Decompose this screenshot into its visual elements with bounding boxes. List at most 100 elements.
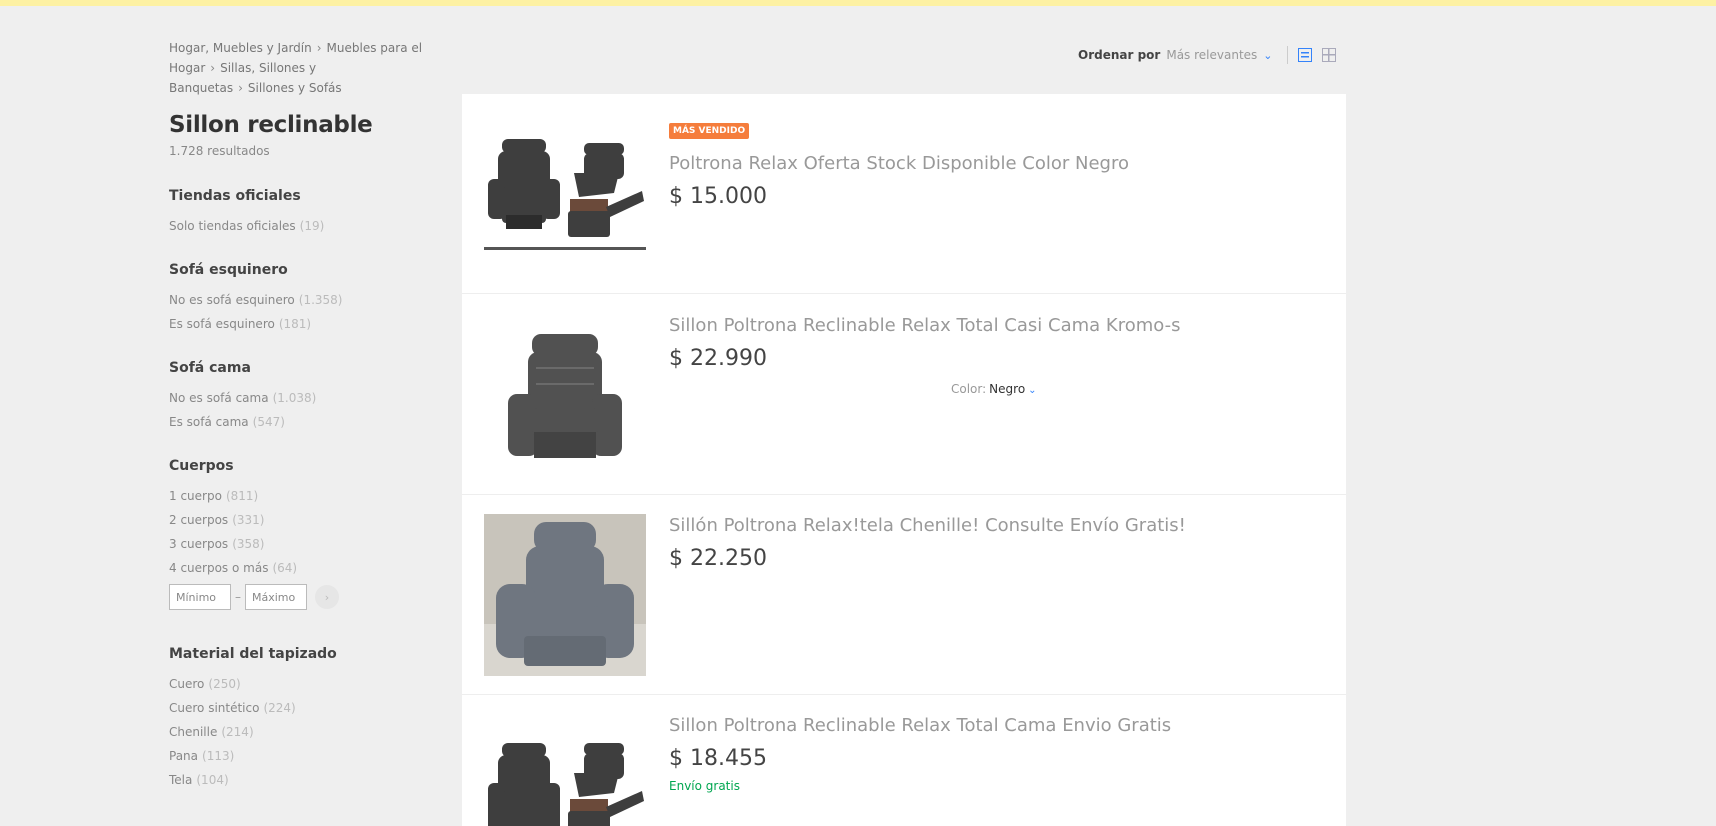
filter-corner-sofa: Sofá esquinero No es sofá esquinero (1.35… (169, 262, 449, 336)
filter-option-label: 1 cuerpo (169, 489, 222, 503)
results-count: 1.728 resultados (169, 144, 270, 158)
product-image[interactable] (484, 113, 646, 275)
filter-official-stores: Tiendas oficiales Solo tiendas oficiales… (169, 188, 449, 238)
breadcrumb-home-garden[interactable]: Hogar, Muebles y Jardín (169, 41, 312, 55)
filter-option[interactable]: 2 cuerpos (331) (169, 508, 449, 532)
filter-option[interactable]: 4 cuerpos o más (64) (169, 556, 449, 580)
color-value: Negro (989, 382, 1026, 396)
color-selector[interactable]: Color: Negro ⌄ (951, 382, 1037, 396)
color-label: Color: (951, 382, 987, 396)
filter-title: Tiendas oficiales (169, 188, 301, 204)
item-title[interactable]: Sillon Poltrona Reclinable Relax Total C… (669, 715, 1171, 736)
filter-option-count: (181) (278, 317, 312, 331)
filter-option-label: No es sofá cama (169, 391, 269, 405)
item-title[interactable]: Sillon Poltrona Reclinable Relax Total C… (669, 315, 1180, 336)
filter-option-label: Solo tiendas oficiales (169, 219, 296, 233)
filter-option-count: (19) (299, 219, 325, 233)
filter-option-label: Tela (169, 773, 193, 787)
chevron-right-icon: › (316, 41, 322, 55)
breadcrumb-sofas[interactable]: Sillones y Sofás (248, 81, 342, 95)
list-item[interactable]: Sillon Poltrona Reclinable Relax Total C… (462, 294, 1346, 495)
filter-option-count: (113) (202, 749, 235, 763)
filter-option[interactable]: Cuero sintético (224) (169, 696, 449, 720)
top-banner (0, 0, 1716, 6)
range-dash: – (235, 590, 241, 604)
filter-option[interactable]: Chenille (214) (169, 720, 449, 744)
filter-option[interactable]: Tela (104) (169, 768, 449, 792)
results-list: MÁS VENDIDO Poltrona Relax Oferta Stock … (462, 94, 1346, 826)
filters-sidebar: Hogar, Muebles y Jardín › Muebles para el … (169, 38, 449, 792)
item-title[interactable]: Sillón Poltrona Relax!tela Chenille! Con… (669, 515, 1186, 536)
free-shipping-label: Envío gratis (669, 779, 740, 793)
chevron-right-icon: › (238, 81, 243, 95)
product-image[interactable] (484, 739, 646, 826)
filter-option[interactable]: No es sofá cama (1.038) (169, 386, 449, 410)
sort-dropdown[interactable]: Más relevantes (1166, 48, 1257, 62)
filter-option-count: (1.358) (298, 293, 343, 307)
item-info: Sillon Poltrona Reclinable Relax Total C… (669, 715, 1171, 793)
best-seller-badge: MÁS VENDIDO (669, 123, 750, 139)
filter-option[interactable]: Es sofá cama (547) (169, 410, 449, 434)
filter-option[interactable]: 3 cuerpos (358) (169, 532, 449, 556)
filter-option-label: 4 cuerpos o más (169, 561, 269, 575)
filter-option-count: (331) (232, 513, 265, 527)
filter-option-count: (1.038) (272, 391, 317, 405)
filter-option-label: Es sofá esquinero (169, 317, 275, 331)
filter-option-count: (214) (221, 725, 254, 739)
chevron-right-icon: › (210, 61, 216, 75)
filter-option-label: Cuero sintético (169, 701, 260, 715)
item-info: Sillón Poltrona Relax!tela Chenille! Con… (669, 515, 1186, 571)
grid-view-icon[interactable] (1321, 48, 1336, 62)
range-submit-button[interactable]: › (315, 585, 339, 609)
filter-option-count: (104) (196, 773, 229, 787)
filter-title: Cuerpos (169, 458, 234, 474)
filter-option[interactable]: No es sofá esquinero (1.358) (169, 288, 449, 312)
filter-option[interactable]: 1 cuerpo (811) (169, 484, 449, 508)
filter-option-count: (64) (272, 561, 298, 575)
list-item[interactable]: Sillón Poltrona Relax!tela Chenille! Con… (462, 495, 1346, 695)
filter-option-label: Pana (169, 749, 199, 763)
filter-title: Material del tapizado (169, 646, 337, 662)
filter-option-count: (224) (263, 701, 296, 715)
item-price: $ 18.455 (669, 746, 767, 771)
filter-option[interactable]: Pana (113) (169, 744, 449, 768)
page-title: Sillon reclinable (169, 112, 373, 138)
product-image[interactable] (484, 314, 646, 476)
chevron-down-icon: ⌄ (1028, 385, 1037, 396)
filter-option-label: Cuero (169, 677, 205, 691)
item-info: Sillon Poltrona Reclinable Relax Total C… (669, 315, 1180, 371)
range-max-input[interactable] (245, 584, 307, 610)
filter-upholstery: Material del tapizado Cuero (250) Cuero s… (169, 646, 449, 792)
filter-option-label: Chenille (169, 725, 218, 739)
filter-option-label: 3 cuerpos (169, 537, 229, 551)
filter-option-label: No es sofá esquinero (169, 293, 295, 307)
filter-option-label: 2 cuerpos (169, 513, 229, 527)
sort-bar: Ordenar por Más relevantes ⌄ (1078, 46, 1336, 64)
chevron-right-icon: › (324, 590, 330, 604)
breadcrumb: Hogar, Muebles y Jardín › Muebles para el … (169, 38, 439, 98)
filter-option[interactable]: Es sofá esquinero (181) (169, 312, 449, 336)
filter-option-label: Es sofá cama (169, 415, 249, 429)
filter-option-count: (547) (252, 415, 285, 429)
divider (1286, 46, 1288, 64)
filter-title: Sofá cama (169, 360, 251, 376)
filter-option[interactable]: Solo tiendas oficiales (19) (169, 214, 449, 238)
product-image[interactable] (484, 514, 646, 676)
sort-label: Ordenar por (1078, 48, 1161, 62)
item-price: $ 15.000 (669, 184, 767, 209)
list-item[interactable]: Sillon Poltrona Reclinable Relax Total C… (462, 695, 1346, 826)
range-min-input[interactable] (169, 584, 231, 610)
filter-title: Sofá esquinero (169, 262, 288, 278)
item-price: $ 22.990 (669, 346, 767, 371)
item-title[interactable]: Poltrona Relax Oferta Stock Disponible C… (669, 153, 1129, 174)
item-price: $ 22.250 (669, 546, 767, 571)
filter-option-count: (358) (232, 537, 265, 551)
filter-option-count: (811) (225, 489, 259, 503)
chevron-down-icon[interactable]: ⌄ (1263, 49, 1272, 62)
filter-option[interactable]: Cuero (250) (169, 672, 449, 696)
item-info: MÁS VENDIDO Poltrona Relax Oferta Stock … (669, 118, 1129, 209)
filter-bodies: Cuerpos 1 cuerpo (811) 2 cuerpos (331) 3 c… (169, 458, 449, 610)
list-item[interactable]: MÁS VENDIDO Poltrona Relax Oferta Stock … (462, 94, 1346, 294)
filter-option-count: (250) (208, 677, 241, 691)
list-view-icon[interactable] (1297, 48, 1312, 62)
